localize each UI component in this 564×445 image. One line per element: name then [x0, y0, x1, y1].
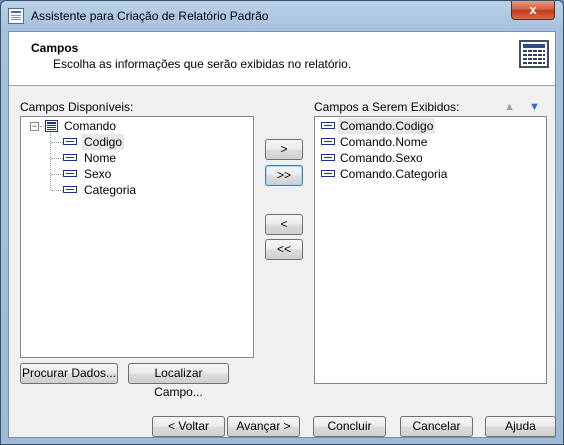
tree-item-sexo[interactable]: Sexo: [82, 166, 113, 182]
dialog-client-area: Campos Escolha as informações que serão …: [8, 31, 556, 438]
field-icon: [321, 154, 335, 161]
tree-root-comando[interactable]: Comando: [62, 118, 118, 134]
field-icon: [321, 170, 335, 177]
field-icon: [321, 122, 335, 129]
wizard-window: Assistente para Criação de Relatório Pad…: [0, 0, 564, 445]
table-icon: [45, 120, 58, 132]
app-report-icon: [8, 8, 24, 24]
available-fields-label: Campos Disponíveis:: [20, 100, 134, 114]
find-field-button[interactable]: Localizar Campo...: [128, 363, 229, 399]
arrow-down-icon[interactable]: ▼: [529, 101, 540, 113]
fields-table-icon: [519, 40, 549, 68]
remove-all-fields-button[interactable]: <<: [265, 239, 303, 260]
next-button[interactable]: Avançar >: [227, 416, 300, 437]
displayed-fields-list[interactable]: Comando.Codigo Comando.Nome Comando.Sexo…: [314, 116, 547, 384]
available-fields-tree[interactable]: − Comando Codigo Nome Sexo Categoria: [20, 116, 254, 358]
wizard-header: Campos Escolha as informações que serão …: [9, 32, 555, 86]
arrow-up-icon[interactable]: ▲: [504, 101, 515, 113]
list-item[interactable]: Comando.Categoria: [338, 166, 449, 182]
back-button[interactable]: < Voltar: [152, 416, 225, 437]
browse-data-button[interactable]: Procurar Dados...: [20, 363, 118, 384]
collapse-icon[interactable]: −: [30, 122, 39, 131]
window-title: Assistente para Criação de Relatório Pad…: [31, 9, 269, 23]
list-item[interactable]: Comando.Codigo: [338, 118, 436, 134]
list-item[interactable]: Comando.Nome: [338, 134, 429, 150]
help-button[interactable]: Ajuda: [485, 416, 556, 437]
field-icon: [63, 186, 77, 193]
title-bar[interactable]: Assistente para Criação de Relatório Pad…: [1, 1, 563, 31]
tree-item-codigo[interactable]: Codigo: [82, 134, 125, 150]
page-subtitle: Escolha as informações que serão exibida…: [53, 57, 352, 71]
field-icon: [321, 138, 335, 145]
field-icon: [63, 170, 77, 177]
add-field-button[interactable]: >: [265, 139, 303, 160]
cancel-button[interactable]: Cancelar: [400, 416, 473, 437]
page-title: Campos: [31, 41, 79, 55]
close-button[interactable]: x: [511, 1, 555, 20]
finish-button[interactable]: Concluir: [313, 416, 386, 437]
tree-item-nome[interactable]: Nome: [82, 150, 118, 166]
field-icon: [63, 138, 77, 145]
remove-field-button[interactable]: <: [265, 214, 303, 235]
displayed-fields-label: Campos a Serem Exibidos:: [314, 100, 460, 114]
tree-item-categoria[interactable]: Categoria: [82, 182, 138, 198]
list-item[interactable]: Comando.Sexo: [338, 150, 425, 166]
field-icon: [63, 154, 77, 161]
add-all-fields-button[interactable]: >>: [265, 165, 303, 186]
